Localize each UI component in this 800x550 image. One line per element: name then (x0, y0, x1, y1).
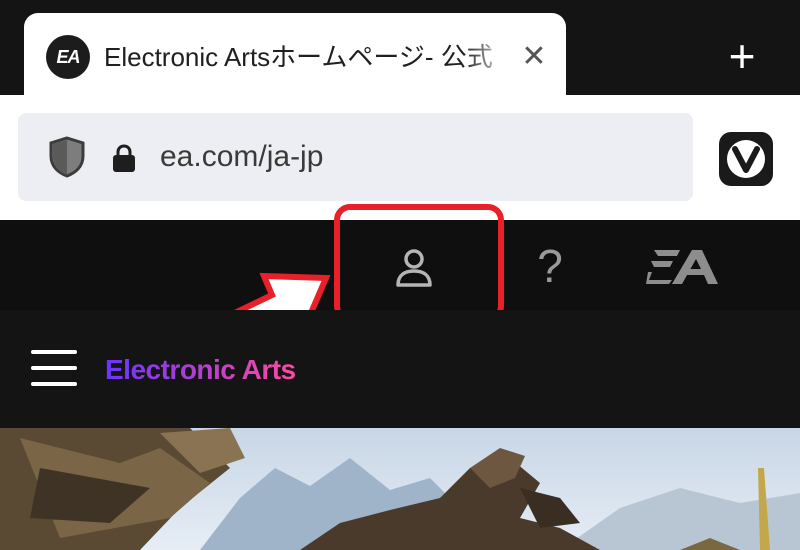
browser-tab-active[interactable]: EA Electronic Artsホームページ- 公式 ✕ (24, 13, 566, 97)
close-icon[interactable]: ✕ (514, 35, 554, 79)
lock-icon (113, 144, 135, 172)
highlight-box (334, 204, 504, 322)
hamburger-menu-icon[interactable] (31, 350, 77, 386)
url-text: ea.com/ja-jp (160, 140, 324, 173)
brand-logo-text[interactable]: Electronic Arts (105, 348, 296, 392)
ea-logo-icon[interactable] (646, 248, 720, 286)
url-field[interactable]: ea.com/ja-jp (18, 113, 693, 201)
shield-icon[interactable] (48, 136, 86, 178)
address-bar: ea.com/ja-jp (0, 95, 800, 220)
tab-strip: EA Electronic Artsホームページ- 公式 ✕ + (0, 0, 800, 97)
site-header: Electronic Arts (0, 310, 800, 428)
new-tab-button[interactable]: + (716, 30, 768, 82)
vivaldi-icon[interactable] (719, 132, 773, 186)
ea-favicon-icon: EA (46, 35, 90, 79)
hero-image (0, 428, 800, 550)
tab-title: Electronic Artsホームページ- 公式 (104, 42, 493, 72)
help-icon[interactable]: ? (528, 238, 572, 294)
